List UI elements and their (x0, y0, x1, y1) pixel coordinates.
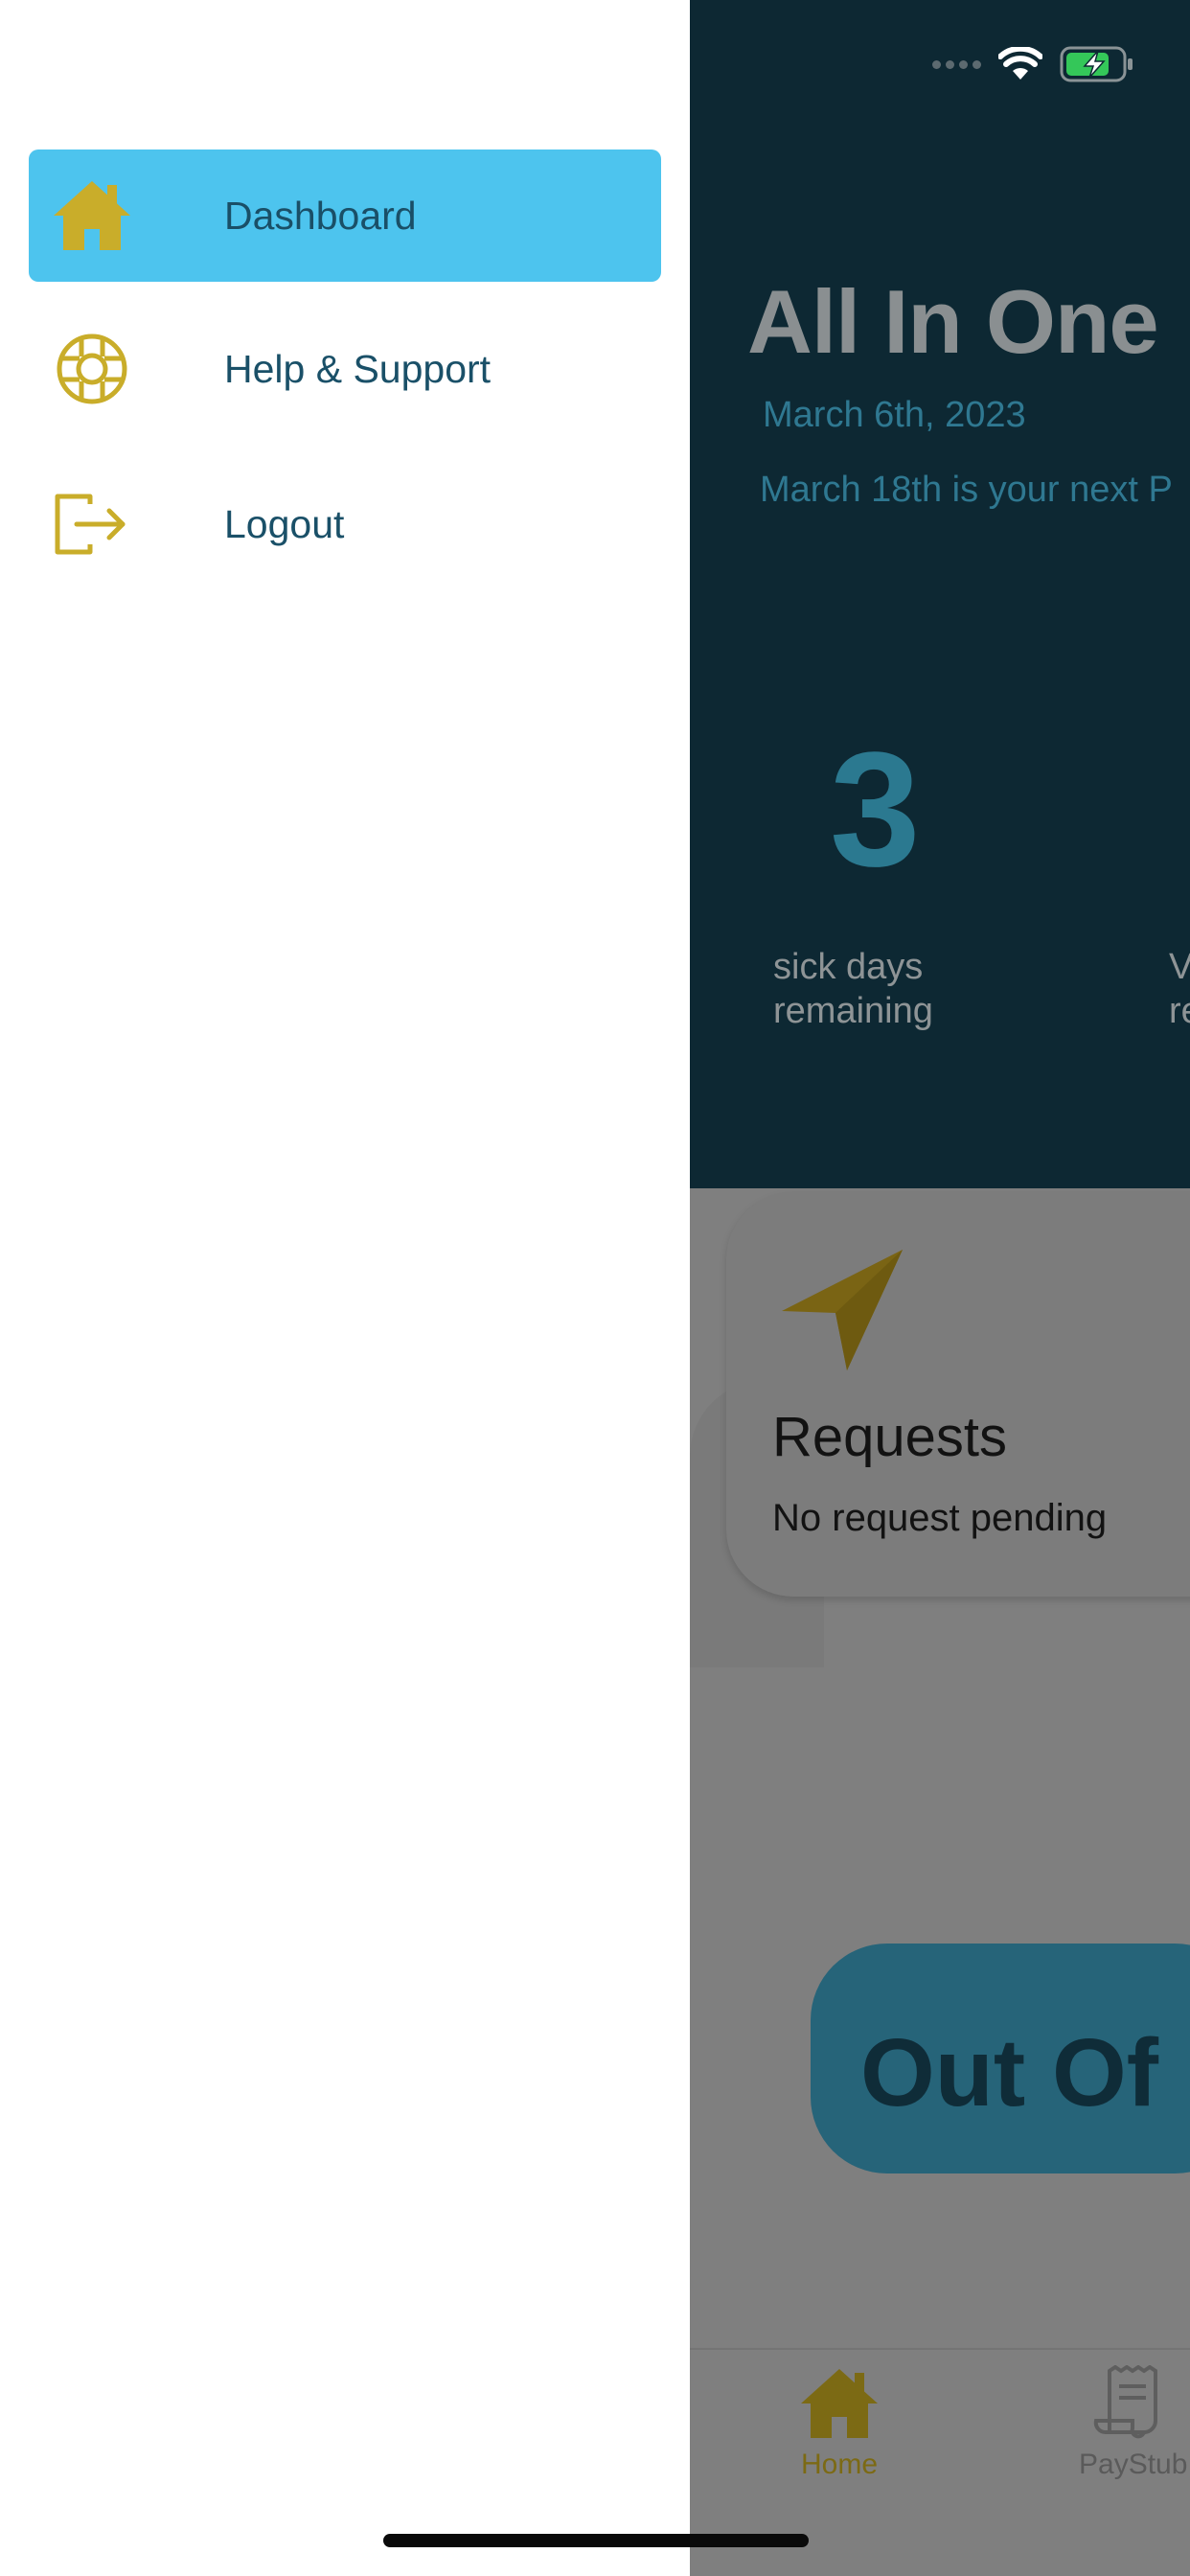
app-title: All In One (747, 271, 1159, 372)
dimmed-dashboard[interactable]: All In One March 6th, 2023 March 18th is… (690, 0, 1190, 2576)
receipt-icon (1093, 2364, 1157, 2439)
drawer-item-label: Logout (224, 501, 345, 546)
drawer-item-logout[interactable]: Logout (29, 458, 661, 590)
side-drawer: Dashboard Help & Support Logout (0, 0, 690, 2576)
cellular-signal-icon (932, 59, 981, 69)
drawer-item-dashboard[interactable]: Dashboard (29, 150, 661, 282)
home-icon (801, 2369, 878, 2438)
vacation-days-label: Vre (1169, 947, 1190, 1031)
requests-status: No request pending (772, 1497, 1108, 1539)
nav-home[interactable]: Home (791, 2365, 887, 2481)
sick-days-count: 3 (830, 719, 921, 901)
nav-paystub-label: PayStub (1079, 2449, 1188, 2480)
next-payday-text: March 18th is your next P (760, 470, 1173, 510)
sick-days-label: sick days remaining (773, 947, 933, 1031)
drawer-item-help-support[interactable]: Help & Support (29, 303, 661, 435)
lifebuoy-icon (52, 329, 132, 409)
drawer-item-label: Help & Support (224, 346, 492, 391)
home-indicator[interactable] (383, 2534, 809, 2547)
status-bar (932, 46, 1134, 82)
dashboard-header: All In One March 6th, 2023 March 18th is… (690, 0, 1190, 1188)
out-of-office-text: Out Of (860, 2019, 1159, 2127)
logout-icon (52, 484, 132, 564)
house-icon (52, 175, 132, 256)
requests-title: Requests (772, 1406, 1008, 1468)
drawer-item-label: Dashboard (224, 193, 417, 238)
current-date: March 6th, 2023 (763, 395, 1026, 435)
requests-card[interactable]: Requests No request pending (726, 1192, 1190, 1597)
out-of-office-banner[interactable]: Out Of (811, 1944, 1190, 2174)
wifi-icon (998, 47, 1042, 80)
paper-plane-icon (782, 1250, 903, 1370)
nav-paystub[interactable]: PayStub (1079, 2364, 1190, 2481)
battery-charging-icon (1060, 46, 1133, 82)
nav-home-label: Home (800, 2449, 879, 2480)
